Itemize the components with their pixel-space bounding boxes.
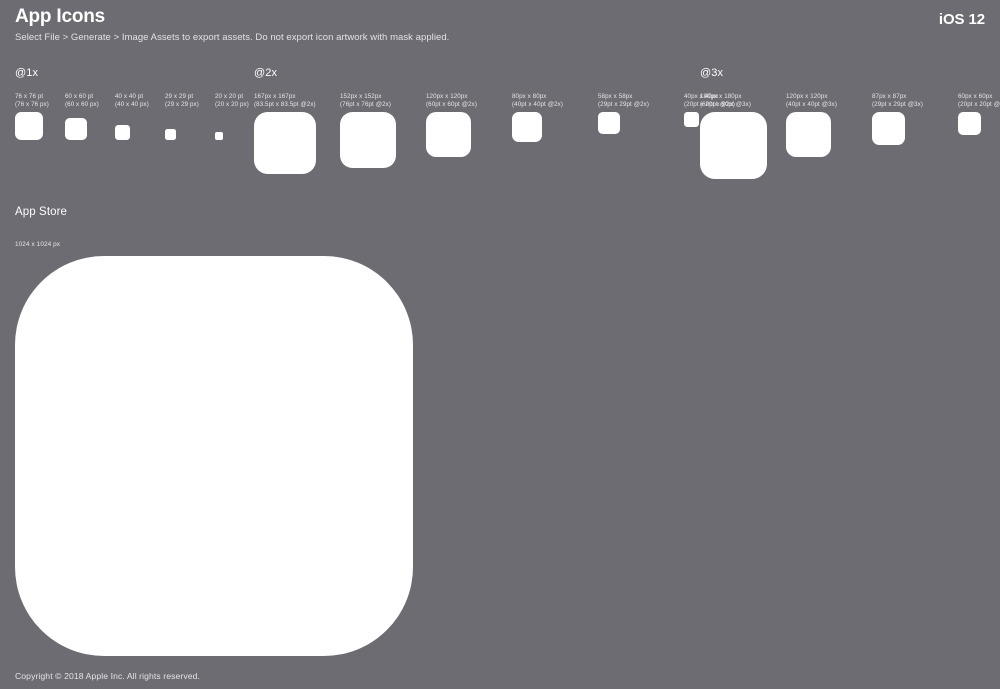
icon-swatch-120px-x-120px[interactable] (426, 112, 471, 157)
instructions-text: Select File > Generate > Image Assets to… (15, 32, 450, 43)
scale-group-3x-title: @3x (700, 67, 724, 79)
icon-spec-label: 76 x 76 pt (76 x 76 px) (15, 93, 65, 109)
icon-spec-secondary: (40 x 40 px) (115, 100, 149, 108)
icon-spec-label: 40 x 40 pt (40 x 40 px) (115, 93, 165, 109)
icon-cell-2x-0: 167px x 167px (83.5pt x 83.5pt @2x) (254, 93, 340, 174)
icon-cell-3x-3: 60px x 60px(20pt x 20pt @3x) (958, 93, 1000, 135)
scale-group-1x: @1x 76 x 76 pt (76 x 76 px) 60 x 60 pt (60 … (15, 66, 249, 140)
icon-cell-1x-3: 29 x 29 pt (29 x 29 px) (165, 93, 215, 140)
scale-group-1x-title: @1x (15, 67, 39, 79)
icon-spec-secondary: (60pt x 60pt @3x) (700, 100, 751, 108)
app-store-icon-spec: 1024 x 1024 px (15, 241, 61, 248)
icon-spec-secondary: (20pt x 20pt @3x) (958, 100, 1000, 108)
icon-swatch-60px-x-60px[interactable] (958, 112, 981, 135)
icon-cell-3x-1: 120px x 120px (40pt x 40pt @3x) (786, 93, 872, 157)
icon-spec-secondary: (76pt x 76pt @2x) (340, 100, 391, 108)
icon-spec-label: 58px x 58px (29pt x 29pt @2x) (598, 93, 684, 109)
icon-swatch-80px-x-80px[interactable] (512, 112, 542, 142)
icon-spec-label: 80px x 80px (40pt x 40pt @2x) (512, 93, 598, 109)
icon-spec-primary: 120px x 120px (786, 93, 828, 100)
icon-spec-primary: 60px x 60px (958, 93, 993, 100)
icon-spec-primary: 80px x 80px (512, 93, 547, 100)
scale-group-2x: @2x 167px x 167px (83.5pt x 83.5pt @2x) 15… (254, 66, 735, 174)
icon-spec-primary: 180px x 180px (700, 93, 742, 100)
icon-cell-2x-1: 152px x 152px (76pt x 76pt @2x) (340, 93, 426, 168)
header: App Icons Select File > Generate > Image… (15, 6, 985, 44)
icon-spec-label: 152px x 152px (76pt x 76pt @2x) (340, 93, 426, 109)
app-icon-template-page: App Icons Select File > Generate > Image… (0, 0, 1000, 689)
icon-spec-primary: 76 x 76 pt (15, 93, 44, 100)
icon-spec-label: 29 x 29 pt (29 x 29 px) (165, 93, 215, 109)
icon-spec-primary: 29 x 29 pt (165, 93, 194, 100)
icon-spec-secondary: (40pt x 40pt @2x) (512, 100, 563, 108)
icon-spec-secondary: (83.5pt x 83.5pt @2x) (254, 100, 316, 108)
icon-row-3x: 180px x 180px (60pt x 60pt @3x) 120px x 12… (700, 93, 1000, 179)
platform-version-badge: iOS 12 (938, 11, 985, 28)
icon-row-2x: 167px x 167px (83.5pt x 83.5pt @2x) 152px … (254, 93, 770, 174)
icon-cell-1x-2: 40 x 40 pt (40 x 40 px) (115, 93, 165, 140)
icon-spec-primary: 167px x 167px (254, 93, 296, 100)
icon-spec-primary: 120px x 120px (426, 93, 468, 100)
icon-spec-secondary: (29 x 29 px) (165, 100, 199, 108)
icon-swatch-40-x-40-pt[interactable] (115, 125, 130, 140)
icon-swatch-holder (65, 112, 115, 140)
icon-swatch-29-x-29-pt[interactable] (165, 129, 176, 140)
icon-swatch-167px-x-167px[interactable] (254, 112, 316, 174)
icon-cell-2x-4: 58px x 58px (29pt x 29pt @2x) (598, 93, 684, 134)
icon-swatch-holder (15, 112, 65, 140)
icon-cell-1x-1: 60 x 60 pt (60 x 60 px) (65, 93, 115, 140)
icon-spec-secondary: (60pt x 60pt @2x) (426, 100, 477, 108)
icon-spec-label: 87px x 87px (29pt x 29pt @3x) (872, 93, 958, 109)
icon-swatch-40px-x-40px[interactable] (684, 112, 699, 127)
icon-swatch-180px-x-180px[interactable] (700, 112, 767, 179)
icon-swatch-58px-x-58px[interactable] (598, 112, 620, 134)
icon-cell-2x-2: 120px x 120px (60pt x 60pt @2x) (426, 93, 512, 157)
icon-spec-secondary: (40pt x 40pt @3x) (786, 100, 837, 108)
icon-spec-secondary: (76 x 76 px) (15, 100, 49, 108)
icon-spec-primary: 87px x 87px (872, 93, 907, 100)
icon-spec-primary: 58px x 58px (598, 93, 633, 100)
icon-swatch-20-x-20-pt[interactable] (215, 132, 223, 140)
page-title: App Icons (15, 6, 106, 27)
icon-swatch-60-x-60-pt[interactable] (65, 118, 87, 140)
icon-spec-label: 120px x 120px (40pt x 40pt @3x) (786, 93, 872, 109)
icon-spec-primary: 60 x 60 pt (65, 93, 94, 100)
icon-cell-3x-2: 87px x 87px (29pt x 29pt @3x) (872, 93, 958, 145)
icon-swatch-120px-x-120px[interactable] (786, 112, 831, 157)
icon-swatch-holder (165, 112, 215, 140)
icon-cell-1x-0: 76 x 76 pt (76 x 76 px) (15, 93, 65, 140)
icon-row-1x: 76 x 76 pt (76 x 76 px) 60 x 60 pt (60 x 60… (15, 93, 265, 140)
icon-swatch-87px-x-87px[interactable] (872, 112, 905, 145)
scale-group-2x-title: @2x (254, 67, 278, 79)
icon-cell-3x-0: 180px x 180px (60pt x 60pt @3x) (700, 93, 786, 179)
icon-spec-label: 60px x 60px(20pt x 20pt @3x) (958, 93, 1000, 109)
icon-swatch-76-x-76-pt[interactable] (15, 112, 43, 140)
app-store-section: App Store 1024 x 1024 px (15, 205, 413, 656)
copyright-footer: Copyright © 2018 Apple Inc. All rights r… (15, 671, 201, 681)
app-store-icon-swatch[interactable] (15, 256, 413, 656)
icon-spec-label: 167px x 167px (83.5pt x 83.5pt @2x) (254, 93, 340, 109)
icon-spec-label: 60 x 60 pt (60 x 60 px) (65, 93, 115, 109)
icon-spec-secondary: (60 x 60 px) (65, 100, 99, 108)
icon-spec-label: 180px x 180px (60pt x 60pt @3x) (700, 93, 786, 109)
icon-spec-primary: 40 x 40 pt (115, 93, 144, 100)
icon-spec-secondary: (29pt x 29pt @3x) (872, 100, 923, 108)
icon-swatch-152px-x-152px[interactable] (340, 112, 396, 168)
icon-swatch-holder (115, 112, 165, 140)
icon-cell-2x-3: 80px x 80px (40pt x 40pt @2x) (512, 93, 598, 142)
icon-spec-primary: 20 x 20 pt (215, 93, 244, 100)
scale-group-3x: @3x 180px x 180px (60pt x 60pt @3x) 120px … (700, 66, 1000, 179)
icon-spec-secondary: (29pt x 29pt @2x) (598, 100, 649, 108)
icon-spec-label: 120px x 120px (60pt x 60pt @2x) (426, 93, 512, 109)
icon-spec-primary: 152px x 152px (340, 93, 382, 100)
app-store-title: App Store (15, 206, 68, 218)
